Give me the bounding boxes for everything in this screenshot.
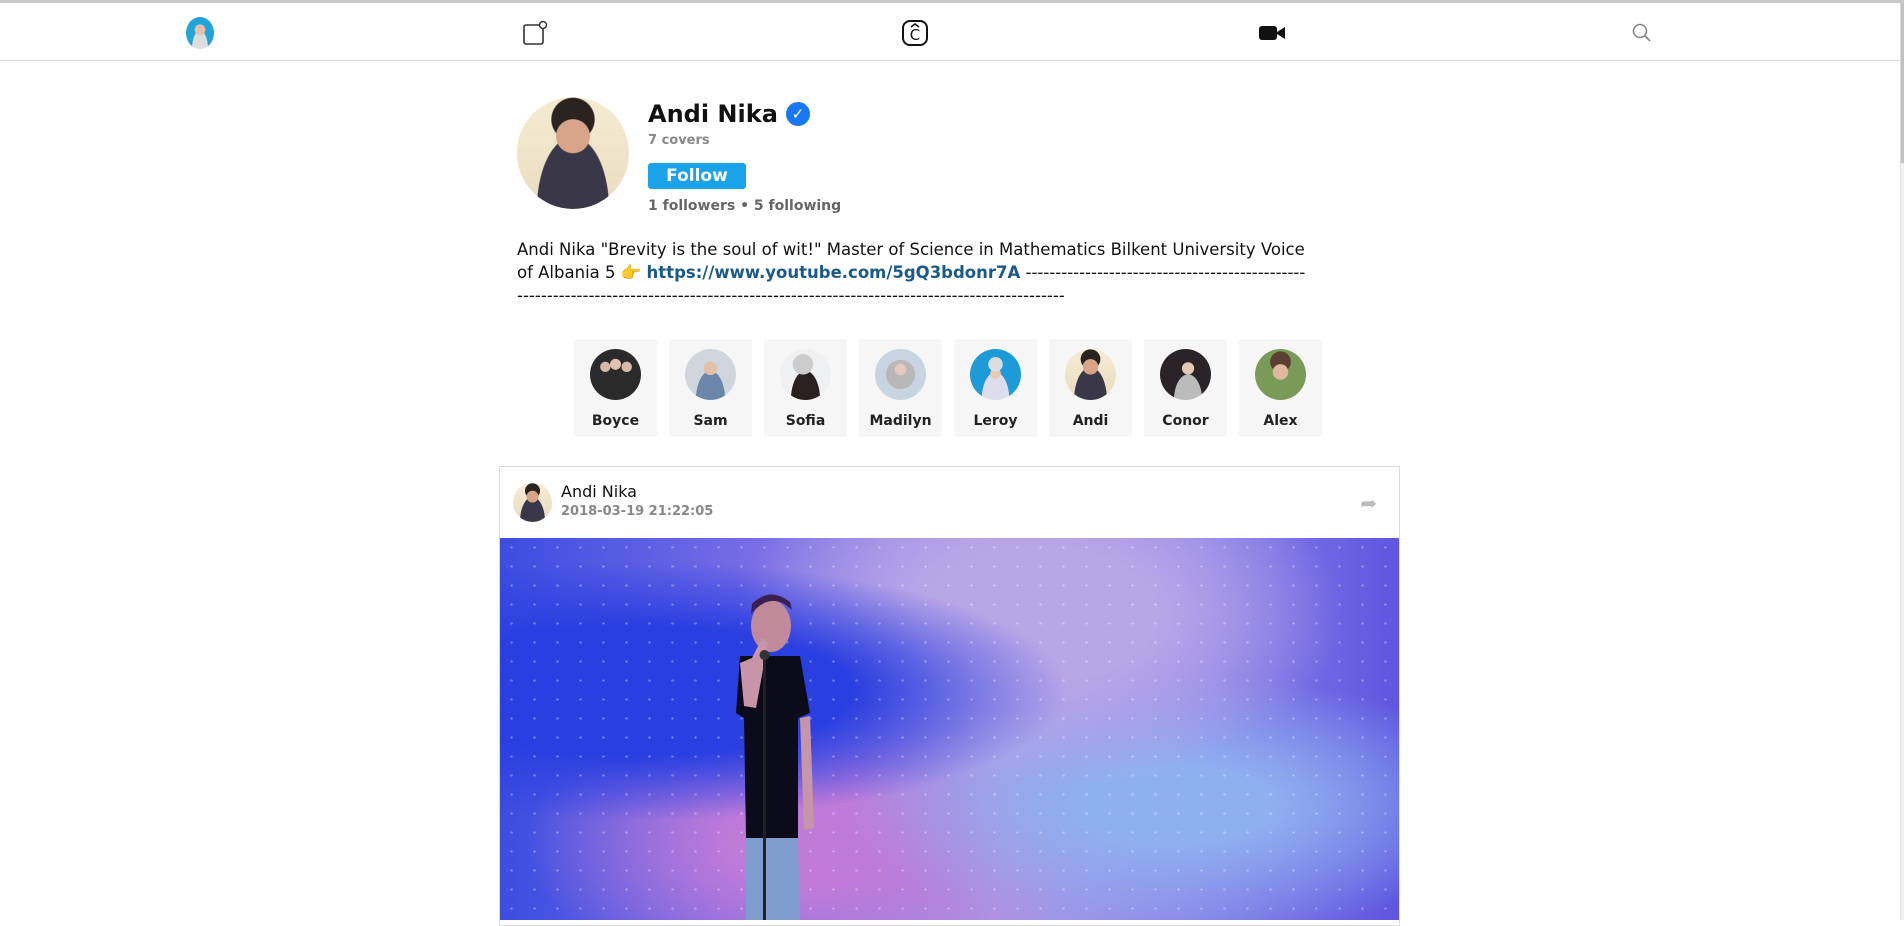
friend-avatar xyxy=(780,349,831,400)
friends-list: Boyce Sam Sofia Madilyn Leroy Andi Conor… xyxy=(574,339,1322,437)
new-post-button[interactable] xyxy=(521,19,549,47)
verified-badge-icon: ✓ xyxy=(785,102,810,126)
search-button[interactable] xyxy=(1628,19,1656,47)
friend-card[interactable]: Conor xyxy=(1144,339,1227,437)
friend-avatar xyxy=(970,349,1021,400)
video-camera-icon xyxy=(1259,26,1285,40)
friend-name: Alex xyxy=(1263,413,1298,429)
post-header: Andi Nika 2018-03-19 21:22:05 ➦ xyxy=(500,467,1399,538)
friend-avatar xyxy=(685,349,736,400)
search-icon xyxy=(1632,23,1651,42)
friend-name: Sam xyxy=(693,413,728,429)
friend-name: Boyce xyxy=(591,413,640,429)
friend-avatar xyxy=(1255,349,1306,400)
friend-name: Andi xyxy=(1072,413,1109,429)
user-avatar-icon xyxy=(186,17,214,49)
profile-name-row: Andi Nika ✓ xyxy=(648,100,810,128)
friend-name: Conor xyxy=(1162,413,1209,429)
post-card: Andi Nika 2018-03-19 21:22:05 ➦ xyxy=(499,466,1400,926)
top-nav: C xyxy=(0,3,1900,61)
follow-stats[interactable]: 1 followers • 5 following xyxy=(648,198,841,214)
profile-avatar xyxy=(517,97,629,209)
friend-avatar xyxy=(1065,349,1116,400)
friend-card[interactable]: Andi xyxy=(1049,339,1132,437)
scrollbar[interactable] xyxy=(1900,3,1904,920)
pointing-hand-emoji: 👉 xyxy=(620,263,642,282)
covers-logo-icon: C xyxy=(902,20,928,46)
friend-avatar xyxy=(875,349,926,400)
friend-card[interactable]: Leroy xyxy=(954,339,1037,437)
home-logo-button[interactable]: C xyxy=(901,19,929,47)
friend-card[interactable]: Sofia xyxy=(764,339,847,437)
video-button[interactable] xyxy=(1258,19,1286,47)
singer-figure xyxy=(736,594,814,920)
nav-profile-avatar[interactable] xyxy=(186,17,214,49)
profile-name: Andi Nika xyxy=(648,100,778,128)
share-icon[interactable]: ➦ xyxy=(1360,491,1377,515)
friend-card[interactable]: Boyce xyxy=(574,339,657,437)
post-date: 2018-03-19 21:22:05 xyxy=(561,504,714,519)
profile-bio: Andi Nika "Brevity is the soul of wit!" … xyxy=(517,238,1307,307)
bio-link[interactable]: https://www.youtube.com/5gQ3bdonr7A xyxy=(647,263,1021,282)
follow-button[interactable]: Follow xyxy=(648,163,746,189)
friend-card[interactable]: Madilyn xyxy=(859,339,942,437)
svg-text:C: C xyxy=(910,26,920,44)
friend-avatar xyxy=(1160,349,1211,400)
new-post-icon xyxy=(523,20,548,45)
post-author-avatar[interactable] xyxy=(513,483,552,522)
friend-name: Sofia xyxy=(785,413,826,429)
friend-name: Madilyn xyxy=(869,413,932,429)
friend-avatar xyxy=(590,349,641,400)
friend-card[interactable]: Alex xyxy=(1239,339,1322,437)
covers-count: 7 covers xyxy=(648,133,710,148)
friend-name: Leroy xyxy=(973,413,1018,429)
friend-card[interactable]: Sam xyxy=(669,339,752,437)
post-author[interactable]: Andi Nika xyxy=(561,482,637,501)
post-video[interactable] xyxy=(500,538,1399,920)
